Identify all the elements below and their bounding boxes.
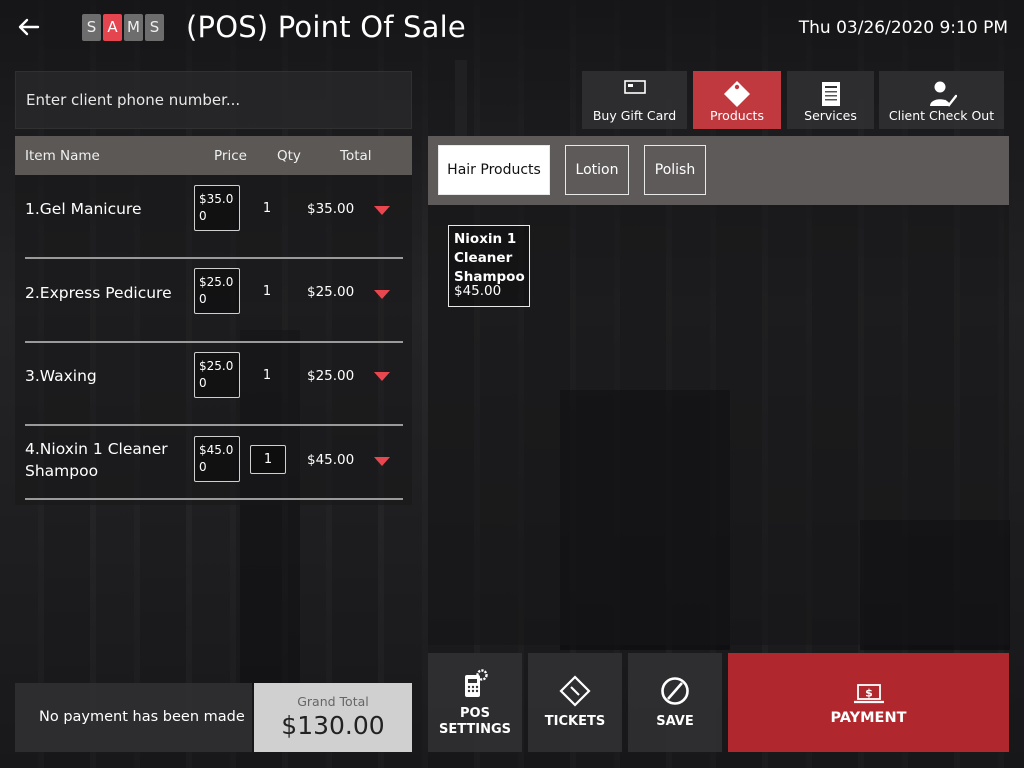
page-title: (POS) Point Of Sale (186, 10, 466, 44)
ticket-icon (559, 675, 591, 711)
grand-total: Grand Total $130.00 (254, 683, 412, 752)
button-label: Client Check Out (888, 108, 995, 123)
grand-total-value: $130.00 (281, 711, 385, 740)
items-table-body: 1.Gel Manicure $35.00 1 $35.00 2.Express… (15, 175, 412, 505)
tickets-button[interactable]: TICKETS (528, 653, 622, 752)
column-item-name: Item Name (25, 148, 100, 164)
category-tab-polish[interactable]: Polish (644, 145, 706, 195)
save-button[interactable]: SAVE (628, 653, 722, 752)
qty-value: 1 (262, 368, 272, 383)
back-button[interactable] (14, 12, 44, 42)
item-total: $25.00 (307, 284, 355, 300)
products-button[interactable]: Products (693, 71, 781, 129)
client-phone-input[interactable] (15, 71, 412, 129)
payment-button[interactable]: $ PAYMENT (728, 653, 1009, 752)
svg-text:$: $ (865, 687, 873, 700)
button-label: POS (460, 706, 490, 721)
item-total: $45.00 (307, 452, 355, 468)
header: S A M S (POS) Point Of Sale Thu 03/26/20… (0, 0, 1024, 58)
price-field[interactable]: $25.00 (194, 268, 240, 314)
arrow-left-icon (18, 18, 40, 36)
button-label: TICKETS (544, 714, 606, 729)
category-bar: Hair Products Lotion Polish (428, 136, 1009, 205)
qty-input[interactable]: 1 (250, 445, 286, 474)
item-total: $25.00 (307, 368, 355, 384)
datetime: Thu 03/26/2020 9:10 PM (798, 18, 1008, 38)
column-total: Total (340, 148, 372, 164)
settings-icon (462, 669, 488, 703)
sams-logo: S A M S (82, 14, 164, 41)
gift-card-icon (623, 79, 646, 98)
table-row: 1.Gel Manicure $35.00 1 $35.00 (25, 175, 403, 259)
no-entry-icon (660, 676, 690, 710)
button-label: Services (804, 108, 857, 123)
category-tab-hair-products[interactable]: Hair Products (438, 145, 550, 195)
product-tile[interactable]: Nioxin 1 Cleaner Shampoo $45.00 (448, 225, 530, 307)
button-label: SETTINGS (438, 722, 512, 737)
column-qty: Qty (277, 148, 301, 164)
item-name: 1.Gel Manicure (25, 200, 142, 218)
table-row: 3.Waxing $25.00 1 $25.00 (25, 342, 403, 426)
services-button[interactable]: Services (787, 71, 874, 129)
table-row: 2.Express Pedicure $25.00 1 $25.00 (25, 259, 403, 343)
item-name: 4.Nioxin 1 Cleaner Shampoo (25, 440, 168, 480)
button-label: Buy Gift Card (592, 108, 677, 123)
grand-total-label: Grand Total (297, 694, 369, 709)
buy-gift-card-button[interactable]: Buy Gift Card (582, 71, 687, 129)
payment-status: No payment has been made (15, 683, 252, 752)
logo-letter: M (124, 14, 143, 41)
product-price: $45.00 (454, 283, 502, 299)
product-name: Nioxin 1 Cleaner Shampoo (454, 231, 525, 285)
item-total: $35.00 (307, 201, 355, 217)
logo-letter: A (103, 14, 122, 41)
qty-value: 1 (262, 284, 272, 299)
price-field[interactable]: $35.00 (194, 185, 240, 231)
category-tab-lotion[interactable]: Lotion (565, 145, 629, 195)
client-check-out-button[interactable]: Client Check Out (879, 71, 1004, 129)
pos-settings-button[interactable]: POS SETTINGS (428, 653, 522, 752)
logo-letter: S (145, 14, 164, 41)
table-row: 4.Nioxin 1 Cleaner Shampoo $45.00 1 $45.… (25, 426, 403, 500)
logo-letter: S (82, 14, 101, 41)
caret-down-icon[interactable] (374, 290, 390, 299)
laptop-dollar-icon: $ (853, 683, 885, 709)
button-label: Products (710, 108, 764, 123)
caret-down-icon[interactable] (374, 206, 390, 215)
price-field[interactable]: $45.00 (194, 436, 240, 482)
item-name: 2.Express Pedicure (25, 284, 172, 302)
items-table-header: Item Name Price Qty Total (15, 136, 412, 175)
price-field[interactable]: $25.00 (194, 352, 240, 398)
item-name: 3.Waxing (25, 367, 97, 385)
qty-value: 1 (262, 201, 272, 216)
column-price: Price (214, 148, 247, 164)
button-label: PAYMENT (830, 710, 907, 726)
caret-down-icon[interactable] (374, 372, 390, 381)
caret-down-icon[interactable] (374, 457, 390, 466)
button-label: SAVE (656, 714, 694, 729)
